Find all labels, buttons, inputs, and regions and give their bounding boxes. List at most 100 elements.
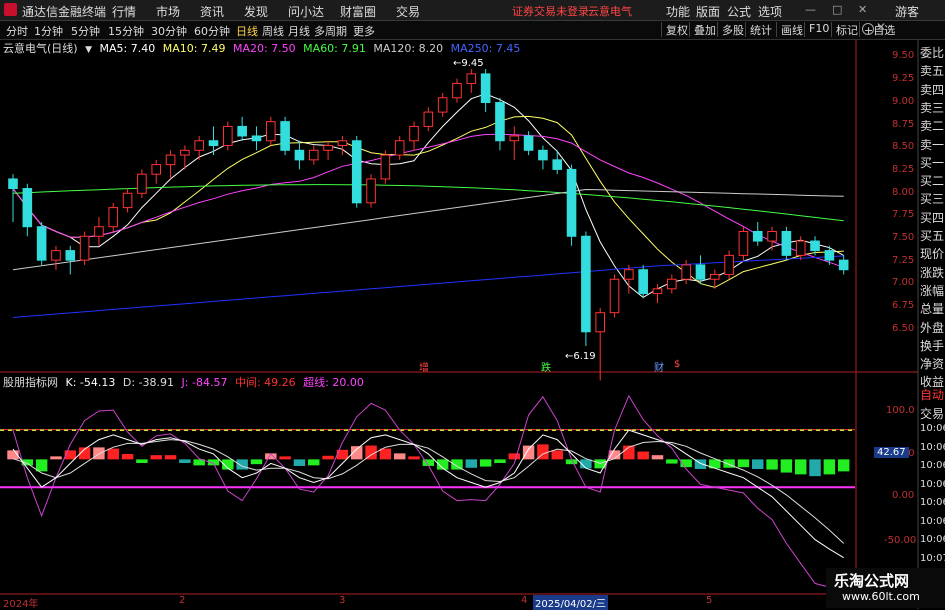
histogram-bar: [737, 459, 750, 468]
menu-ask[interactable]: 问小达: [288, 3, 324, 20]
sidebar-item[interactable]: 卖一: [920, 136, 944, 153]
tab-weekly[interactable]: 周线: [262, 23, 284, 39]
candle-body: [624, 269, 634, 280]
sidebar-item[interactable]: 自动: [920, 386, 944, 403]
histogram-bar: [508, 453, 520, 460]
ma5-line: [12, 93, 844, 299]
histogram-bar: [336, 449, 349, 460]
candle-body: [409, 125, 419, 142]
sidebar-item[interactable]: 总量: [920, 300, 944, 317]
menu-discover[interactable]: 发现: [244, 3, 268, 20]
sidebar-item[interactable]: 交易: [920, 405, 944, 422]
sidebar-item[interactable]: 10:06: [920, 516, 945, 527]
signal-marker[interactable]: 跌: [541, 359, 551, 374]
sidebar-item[interactable]: 卖二: [920, 117, 944, 134]
histogram-bar: [365, 445, 377, 460]
candle-body: [552, 159, 563, 170]
restore-rights-button[interactable]: 复权: [661, 22, 688, 37]
sidebar-item[interactable]: 涨幅: [920, 282, 944, 299]
histogram-bar: [150, 455, 162, 460]
sidebar-item[interactable]: 10:07: [920, 553, 945, 564]
tab-60min[interactable]: 60分钟: [194, 23, 230, 39]
close-button[interactable]: ✕: [858, 3, 867, 16]
candle-body: [122, 192, 133, 209]
tab-30min[interactable]: 30分钟: [151, 23, 187, 39]
stock-header: 云意电气: [588, 5, 632, 18]
mid-value: 中间: 49.26: [234, 376, 296, 389]
minimize-button[interactable]: —: [805, 3, 816, 16]
multi-stock-button[interactable]: 多股: [717, 22, 744, 37]
price-tick: 8.50: [892, 141, 915, 152]
sidebar-item[interactable]: 净资: [920, 355, 944, 372]
j-value: J: -84.57: [181, 376, 228, 389]
menu-layout[interactable]: 版面: [696, 3, 720, 20]
signal-marker[interactable]: 财: [654, 359, 664, 374]
maximize-button[interactable]: □: [832, 3, 842, 16]
menu-market[interactable]: 行情: [112, 3, 136, 20]
sidebar-item[interactable]: 10:06: [920, 479, 945, 490]
candle-body: [595, 312, 606, 333]
histogram-bar: [50, 456, 62, 460]
time-tick: 5: [706, 595, 713, 606]
menu-formula[interactable]: 公式: [727, 3, 751, 20]
tab-multi-period[interactable]: 多周期: [314, 23, 347, 39]
menu-trade[interactable]: 交易: [396, 3, 420, 20]
tab-daily[interactable]: 日线: [236, 23, 258, 39]
sidebar-item[interactable]: 10:06: [920, 442, 945, 453]
tab-5min[interactable]: 5分钟: [71, 23, 100, 39]
sidebar-item[interactable]: 卖五: [920, 62, 944, 79]
high-marker: ←9.45: [453, 58, 484, 69]
user-label[interactable]: 游客: [895, 3, 919, 20]
menu-options[interactable]: 选项: [758, 3, 782, 20]
sidebar-item[interactable]: 卖四: [920, 81, 944, 98]
histogram-bar: [250, 459, 263, 465]
title-bar: 通达信金融终端 行情 市场 资讯 发现 问小达 财富圈 交易 证券交易未登录 云…: [0, 0, 945, 21]
tab-more[interactable]: 更多: [353, 23, 375, 39]
f10-button[interactable]: F10: [804, 22, 829, 37]
sidebar-item[interactable]: 10:06: [920, 534, 945, 545]
stats-button[interactable]: 统计: [745, 22, 772, 37]
draw-button[interactable]: 画线: [776, 22, 803, 37]
histogram-bar: [279, 456, 291, 460]
sidebar-item[interactable]: 换手: [920, 337, 944, 354]
sidebar-item[interactable]: 外盘: [920, 319, 944, 336]
current-value-tag: 42.67: [874, 447, 909, 458]
login-warning[interactable]: 证券交易未登录: [512, 3, 589, 19]
sidebar-item[interactable]: 买五: [920, 227, 944, 244]
sidebar-item[interactable]: 10:06: [920, 460, 945, 471]
legend-dropdown-icon[interactable]: ▼: [85, 45, 92, 55]
sidebar-item[interactable]: 买二: [920, 172, 944, 189]
sidebar-item[interactable]: 卖三: [920, 99, 944, 116]
signal-marker[interactable]: 增: [419, 359, 429, 374]
sidebar-item[interactable]: 10:06: [920, 497, 945, 508]
tab-1min[interactable]: 1分钟: [34, 23, 63, 39]
sidebar-item[interactable]: 买一: [920, 154, 944, 171]
ma250-line: [12, 255, 844, 318]
menu-wealth[interactable]: 财富圈: [340, 3, 376, 20]
settings-icon[interactable]: [862, 23, 874, 35]
menu-news[interactable]: 资讯: [200, 3, 224, 20]
histogram-bar: [680, 459, 692, 468]
mark-button[interactable]: 标记: [831, 22, 858, 37]
sidebar-item[interactable]: 10:06: [920, 423, 945, 434]
tab-15min[interactable]: 15分钟: [108, 23, 144, 39]
histogram-bar: [265, 453, 277, 460]
sidebar-item[interactable]: 现价: [920, 245, 944, 262]
sidebar-item[interactable]: 涨跌: [920, 264, 944, 281]
overlay-button[interactable]: 叠加: [689, 22, 716, 37]
histogram-bar: [479, 459, 492, 467]
sidebar-item[interactable]: 买四: [920, 209, 944, 226]
tab-timeshare[interactable]: 分时: [6, 23, 28, 39]
close-chart-icon[interactable]: ✕: [876, 20, 886, 34]
menu-markets[interactable]: 市场: [156, 3, 180, 20]
indicator-tick: 100.0: [886, 405, 915, 416]
menu-function[interactable]: 功能: [666, 3, 690, 20]
sidebar-item[interactable]: 委比: [920, 44, 944, 61]
signal-marker[interactable]: $: [674, 359, 680, 370]
sidebar-item[interactable]: 买三: [920, 190, 944, 207]
histogram-bar: [351, 446, 363, 460]
tab-monthly[interactable]: 月线: [288, 23, 310, 39]
histogram-bar: [164, 455, 177, 460]
histogram-bar: [121, 453, 134, 460]
histogram-bar: [551, 450, 563, 460]
